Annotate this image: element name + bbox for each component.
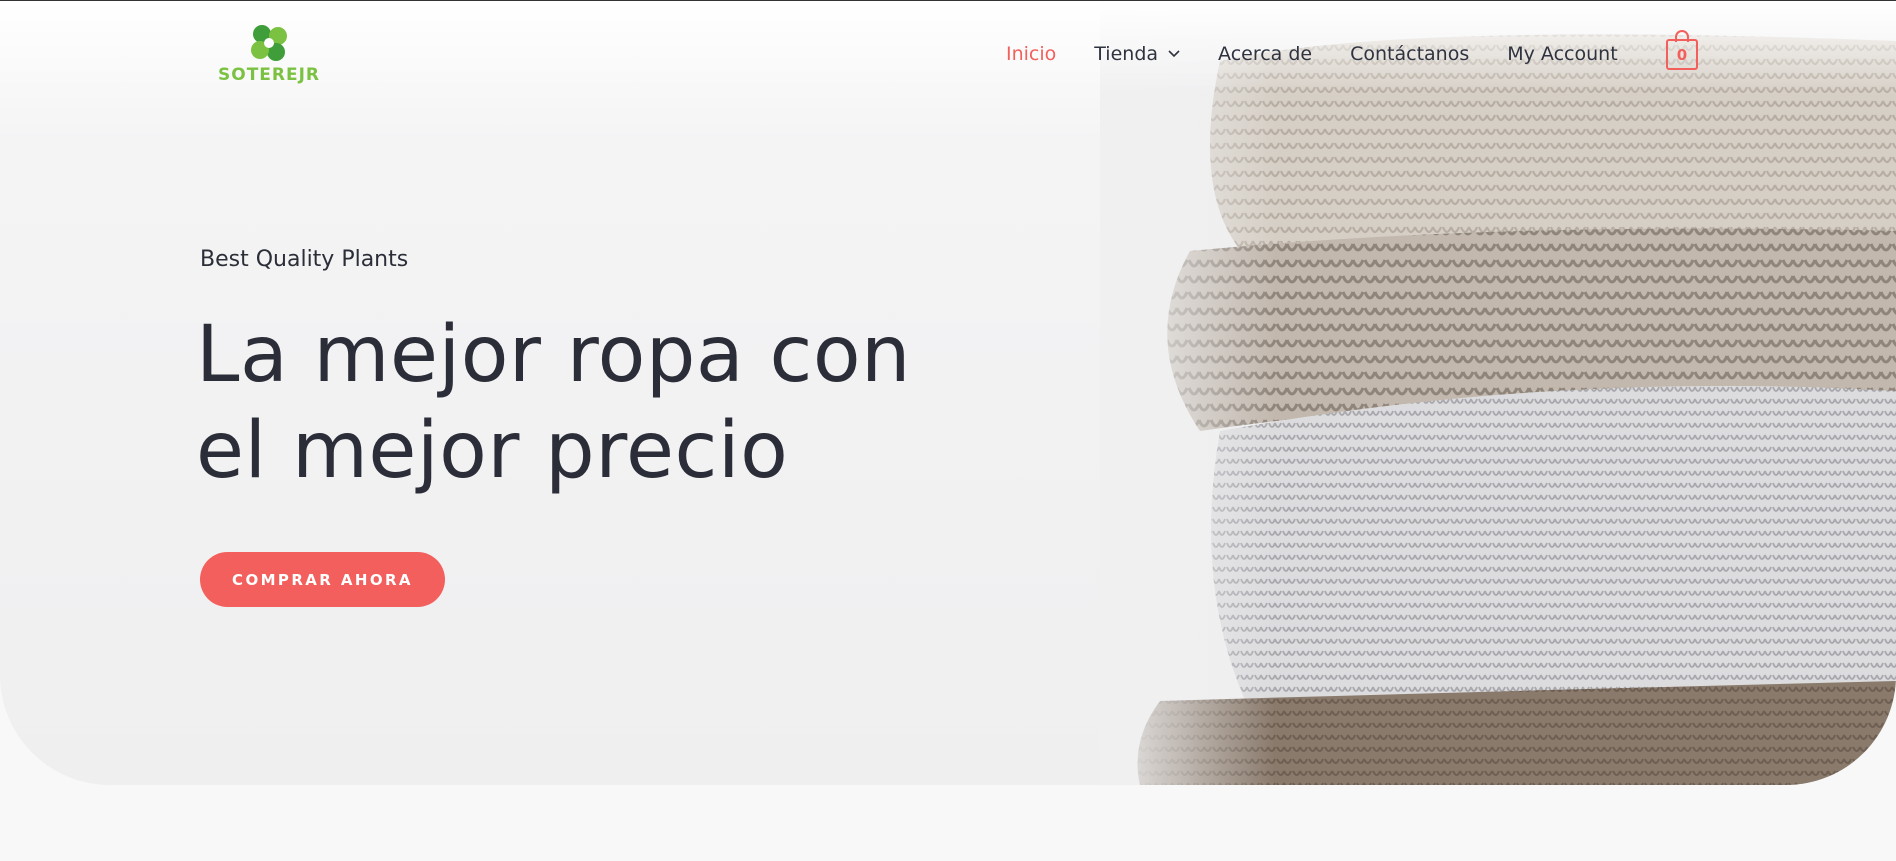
cart-count: 0 — [1666, 39, 1698, 70]
hero-headline: La mejor ropa con el mejor precio — [196, 307, 1016, 499]
cart-button[interactable]: 0 — [1666, 30, 1698, 72]
nav-label: My Account — [1507, 43, 1618, 65]
headline-line-1: La mejor ropa con — [196, 310, 911, 400]
hero-section: SOTEREJR Inicio Tienda Acerca de Contáct… — [0, 1, 1896, 785]
logo-swirl-icon — [251, 25, 287, 61]
nav-label: Acerca de — [1218, 43, 1313, 65]
hero-tagline: Best Quality Plants — [200, 247, 409, 272]
nav-label: Contáctanos — [1350, 43, 1470, 65]
nav-item-tienda[interactable]: Tienda — [1094, 43, 1180, 65]
chevron-down-icon — [1168, 50, 1180, 58]
nav-item-contactanos[interactable]: Contáctanos — [1350, 43, 1469, 65]
comprar-ahora-button[interactable]: COMPRAR AHORA — [200, 552, 445, 607]
nav-item-inicio[interactable]: Inicio — [1006, 43, 1056, 65]
hero-image-sweaters — [1100, 1, 1896, 785]
site-logo[interactable]: SOTEREJR — [216, 22, 320, 88]
nav-item-acerca-de[interactable]: Acerca de — [1218, 43, 1312, 65]
nav-item-my-account[interactable]: My Account — [1507, 43, 1617, 65]
logo-text: SOTEREJR — [218, 65, 321, 85]
nav-label: Tienda — [1094, 43, 1159, 65]
main-navigation: Inicio Tienda Acerca de Contáctanos My A… — [1006, 41, 1656, 67]
headline-line-2: el mejor precio — [196, 406, 789, 496]
nav-label: Inicio — [1006, 43, 1057, 65]
sweaters-illustration — [1100, 1, 1896, 785]
